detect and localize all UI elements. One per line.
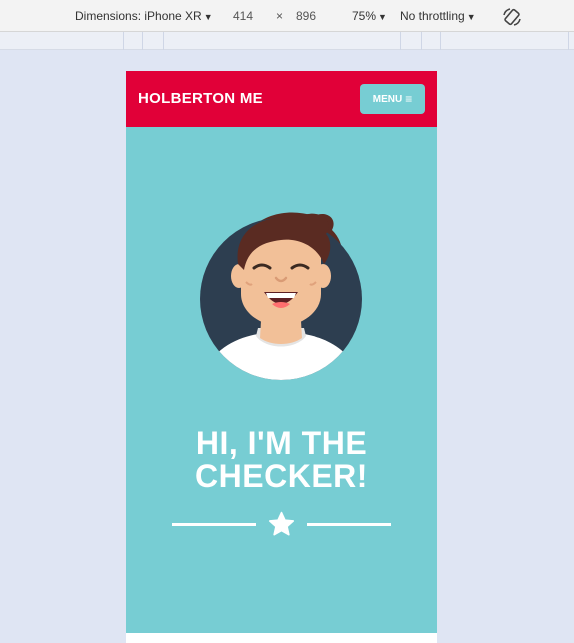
menu-button-label: MENU xyxy=(372,93,403,105)
width-input[interactable]: 414 xyxy=(233,9,253,23)
media-query-ruler xyxy=(0,32,574,50)
star-divider xyxy=(172,511,391,537)
next-section-edge xyxy=(126,633,437,643)
checker-avatar xyxy=(200,212,362,380)
times-sign: × xyxy=(276,9,284,23)
throttling-dropdown[interactable]: No throttling ▼ xyxy=(400,9,476,23)
dimensions-dropdown[interactable]: Dimensions: iPhone XR ▼ xyxy=(75,9,213,23)
chevron-down-icon: ▼ xyxy=(466,12,476,22)
divider-line-right xyxy=(307,523,391,526)
devtools-device-toolbar: Dimensions: iPhone XR ▼ 414 × 896 75% ▼ No… xyxy=(0,0,574,32)
menu-button[interactable]: MENU ≡ xyxy=(360,84,425,114)
zoom-label: 75% xyxy=(352,9,377,23)
hero-heading: HI, I'M THE CHECKER! xyxy=(126,427,437,493)
device-viewport: HOLBERTON ME MENU ≡ HI, I'M THE CHECKER! xyxy=(126,71,437,643)
height-input[interactable]: 896 xyxy=(296,9,316,23)
throttling-label: No throttling xyxy=(400,9,465,23)
site-navbar: HOLBERTON ME MENU ≡ xyxy=(126,71,437,127)
site-brand[interactable]: HOLBERTON ME xyxy=(138,90,263,107)
chevron-down-icon: ▼ xyxy=(378,12,387,22)
hamburger-icon: ≡ xyxy=(405,92,413,106)
rotate-icon[interactable] xyxy=(502,7,522,27)
zoom-dropdown[interactable]: 75% ▼ xyxy=(352,9,387,23)
chevron-down-icon: ▼ xyxy=(203,12,213,22)
hero-heading-line2: CHECKER! xyxy=(195,458,368,494)
dimensions-label: Dimensions: iPhone XR xyxy=(75,9,202,23)
star-icon xyxy=(268,511,295,536)
divider-line-left xyxy=(172,523,256,526)
hero-heading-line1: HI, I'M THE xyxy=(195,425,368,461)
